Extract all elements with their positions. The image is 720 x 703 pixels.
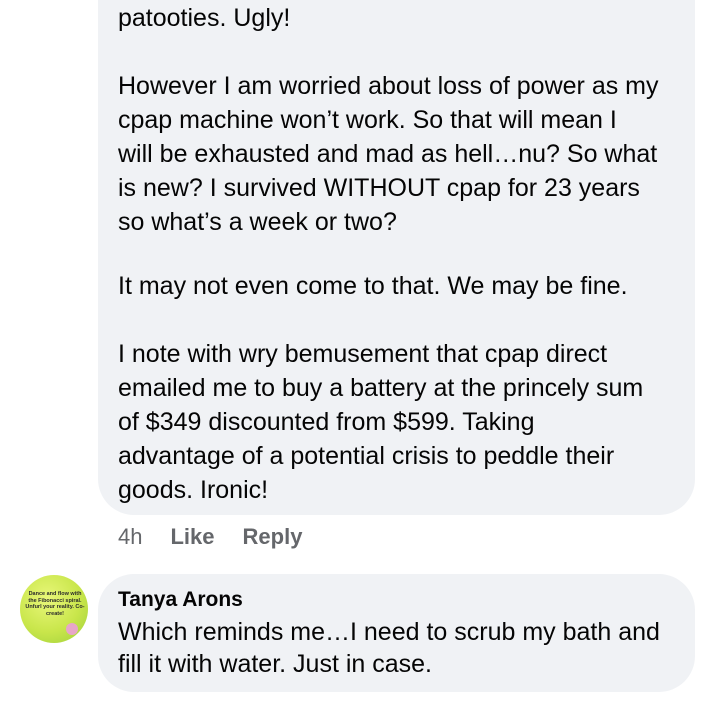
comment-paragraph: It may not even come to that. We may be … (118, 272, 628, 300)
comment-timestamp[interactable]: 4h (118, 524, 142, 550)
comment-paragraph: I note with wry bemusement that cpap dir… (118, 340, 644, 504)
flower-icon (66, 623, 78, 635)
avatar[interactable]: Dance and flow with the Fibonacci spiral… (20, 575, 88, 643)
reply-button[interactable]: Reply (243, 524, 303, 550)
comment-text: Which reminds me…I need to scrub my bath… (118, 618, 660, 678)
comment-paragraph: patooties. Ugly! (118, 4, 291, 32)
comment-paragraph: However I am worried about loss of power… (118, 72, 659, 236)
like-button[interactable]: Like (170, 524, 214, 550)
comment-author[interactable]: Tanya Arons (118, 588, 243, 612)
comment-actions: 4h Like Reply (118, 522, 330, 552)
avatar-caption: Dance and flow with the Fibonacci spiral… (25, 591, 85, 617)
